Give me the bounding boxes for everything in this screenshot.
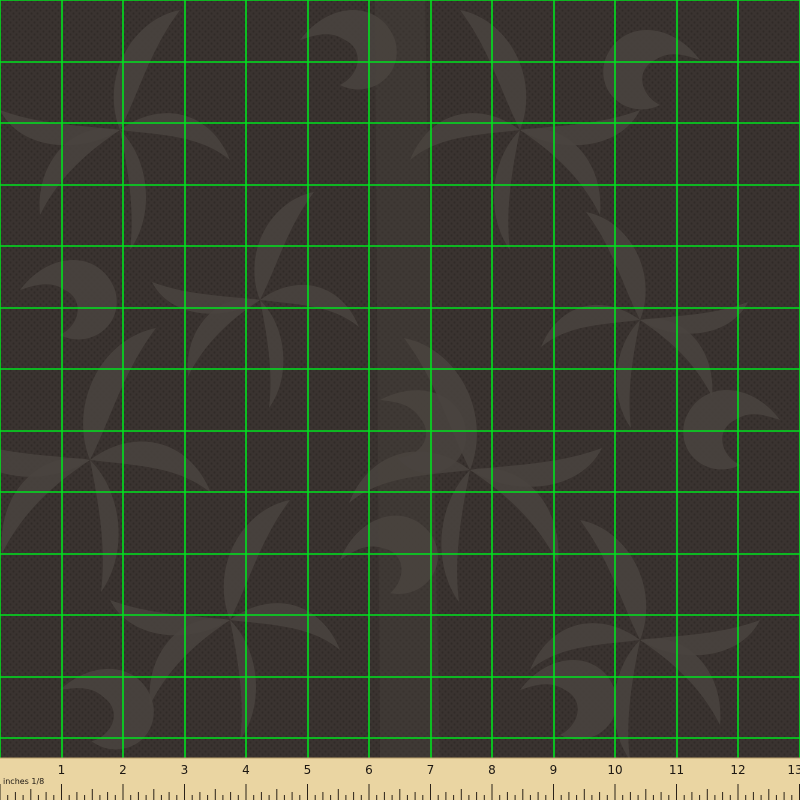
- ruler-number: 12: [730, 763, 745, 777]
- ruler-number: 5: [304, 763, 312, 777]
- fabric-canvas: inches 1/8 1 2 3 4 5 6 7 8 9 10 11 12 13: [0, 0, 800, 800]
- ruler-number: 2: [119, 763, 127, 777]
- ruler-number: 9: [550, 763, 558, 777]
- ruler-number: 1: [58, 763, 66, 777]
- ruler-number: 10: [607, 763, 622, 777]
- ruler-number: 7: [427, 763, 435, 777]
- fabric-swatch: inches 1/8 1 2 3 4 5 6 7 8 9 10 11 12 13: [0, 0, 800, 800]
- ruler-number: 11: [669, 763, 684, 777]
- ruler-unit-label: inches 1/8: [3, 777, 44, 786]
- ruler-number: 6: [365, 763, 373, 777]
- ruler-number: 13: [787, 763, 800, 777]
- ruler-number: 4: [242, 763, 250, 777]
- ruler-number: 8: [488, 763, 496, 777]
- ruler-number: 3: [181, 763, 189, 777]
- ruler: inches 1/8 1 2 3 4 5 6 7 8 9 10 11 12 13: [0, 757, 800, 800]
